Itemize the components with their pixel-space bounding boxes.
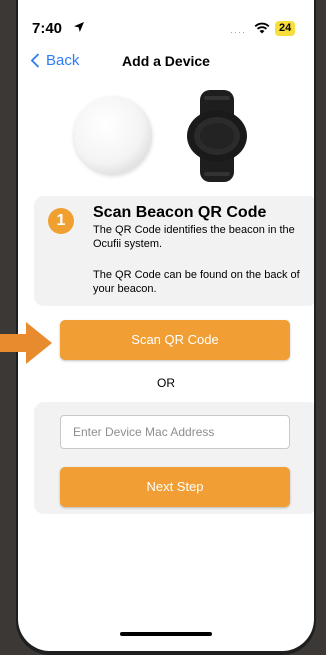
step-hint: The QR Code can be found on the back of … [93, 269, 300, 295]
home-indicator [120, 632, 212, 636]
instruction-card: 1 Scan Beacon QR Code The QR Code identi… [34, 196, 314, 306]
battery-indicator: 24 [275, 21, 296, 36]
or-divider: OR [157, 376, 175, 390]
mac-address-input[interactable] [60, 415, 290, 449]
cellular-signal-icon: ···· [230, 27, 246, 37]
scan-qr-code-button[interactable]: Scan QR Code [60, 320, 290, 360]
pointer-arrow-icon [0, 322, 52, 364]
app-screen: 7:40 ···· 24 Back Add a Device 1 Scan Be… [18, 0, 314, 651]
location-arrow-icon [74, 22, 84, 32]
step-title: Scan Beacon QR Code [93, 204, 267, 221]
page-title: Add a Device [122, 53, 210, 69]
next-step-button[interactable]: Next Step [60, 467, 290, 507]
wristband-image [187, 90, 247, 182]
step-number-badge: 1 [48, 208, 74, 234]
phone-frame: 7:40 ···· 24 Back Add a Device 1 Scan Be… [16, 0, 316, 655]
status-bar: 7:40 ···· 24 [18, 0, 314, 44]
navigation-bar: Back Add a Device [18, 46, 314, 76]
beacon-image [74, 96, 152, 174]
wifi-icon [254, 22, 270, 34]
status-time: 7:40 [32, 20, 63, 37]
step-description: The QR Code identifies the beacon in the… [93, 224, 295, 250]
